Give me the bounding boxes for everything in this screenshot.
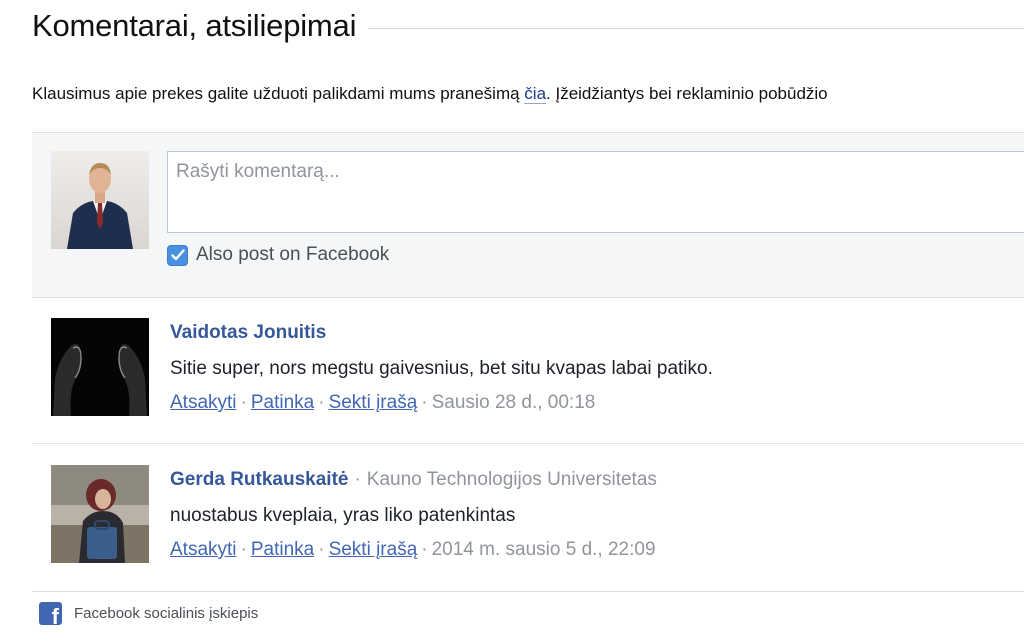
comment-author-affiliation[interactable]: Kauno Technologijos Universitetas [367, 469, 657, 490]
comment-author-avatar[interactable] [51, 465, 149, 563]
section-header: Komentarai, atsiliepimai [32, 6, 1024, 46]
follow-post-link[interactable]: Sekti įrašą [329, 539, 418, 560]
comment-input[interactable]: Rašyti komentarą... [167, 151, 1024, 233]
separator-dot: · [421, 392, 428, 413]
separator-dot: · [240, 392, 247, 413]
separator-dot: · [318, 539, 325, 560]
separator-dot: · [240, 539, 247, 560]
separator-dot: · [318, 392, 325, 413]
footer-divider [32, 591, 1024, 592]
comment-item: Vaidotas Jonuitis Sitie super, nors megs… [32, 318, 1024, 444]
separator-dot: · [421, 539, 428, 560]
comment-composer: Rašyti komentarą... Also post on Faceboo… [32, 132, 1024, 298]
comment-header: Gerda Rutkauskaitė · Kauno Technologijos U… [170, 469, 657, 491]
facebook-logo-letter: f [51, 604, 59, 626]
comment-header: Vaidotas Jonuitis [170, 322, 713, 344]
also-post-label[interactable]: Also post on Facebook [196, 244, 389, 266]
also-post-row[interactable]: Also post on Facebook [167, 244, 389, 266]
separator-dot: · [354, 469, 361, 490]
plugin-footer-text[interactable]: Facebook socialinis įskiepis [74, 605, 258, 622]
plugin-footer: f Facebook socialinis įskiepis [39, 602, 258, 625]
comment-text: Sitie super, nors megstu gaivesnius, bet… [170, 358, 713, 379]
comment-body: Vaidotas Jonuitis Sitie super, nors megs… [170, 322, 713, 414]
section-title: Komentarai, atsiliepimai [32, 8, 357, 43]
current-user-avatar [51, 151, 149, 249]
reply-link[interactable]: Atsakyti [170, 539, 237, 560]
reply-link[interactable]: Atsakyti [170, 392, 237, 413]
like-link[interactable]: Patinka [251, 539, 314, 560]
like-link[interactable]: Patinka [251, 392, 314, 413]
checkmark-icon [170, 249, 185, 261]
comment-author-avatar[interactable] [51, 318, 149, 416]
intro-text-after: . Įžeidžiantys bei reklaminio pobūdžio [546, 84, 828, 103]
comment-actions: Atsakyti · Patinka · Sekti įrašą · Sausio 28 d… [170, 392, 713, 414]
section-divider [368, 27, 1024, 29]
follow-post-link[interactable]: Sekti įrašą [329, 392, 418, 413]
comment-body: Gerda Rutkauskaitė · Kauno Technologijos U… [170, 469, 657, 561]
comment-author-name[interactable]: Gerda Rutkauskaitė [170, 469, 348, 490]
facebook-icon[interactable]: f [39, 602, 62, 625]
comment-item: Gerda Rutkauskaitė · Kauno Technologijos U… [32, 465, 1024, 591]
also-post-checkbox[interactable] [167, 244, 188, 266]
comment-timestamp[interactable]: Sausio 28 d., 00:18 [432, 392, 596, 413]
intro-link[interactable]: čia [524, 84, 547, 104]
comment-text: nuostabus kveplaia, yras liko patenkinta… [170, 505, 516, 526]
intro-text-before: Klausimus apie prekes galite užduoti pal… [32, 84, 525, 103]
comment-timestamp[interactable]: 2014 m. sausio 5 d., 22:09 [432, 539, 656, 560]
comment-author-name[interactable]: Vaidotas Jonuitis [170, 322, 326, 343]
comment-actions: Atsakyti · Patinka · Sekti įrašą · 2014 m. sau… [170, 539, 657, 561]
intro-text: Klausimus apie prekes galite užduoti pal… [32, 84, 828, 104]
